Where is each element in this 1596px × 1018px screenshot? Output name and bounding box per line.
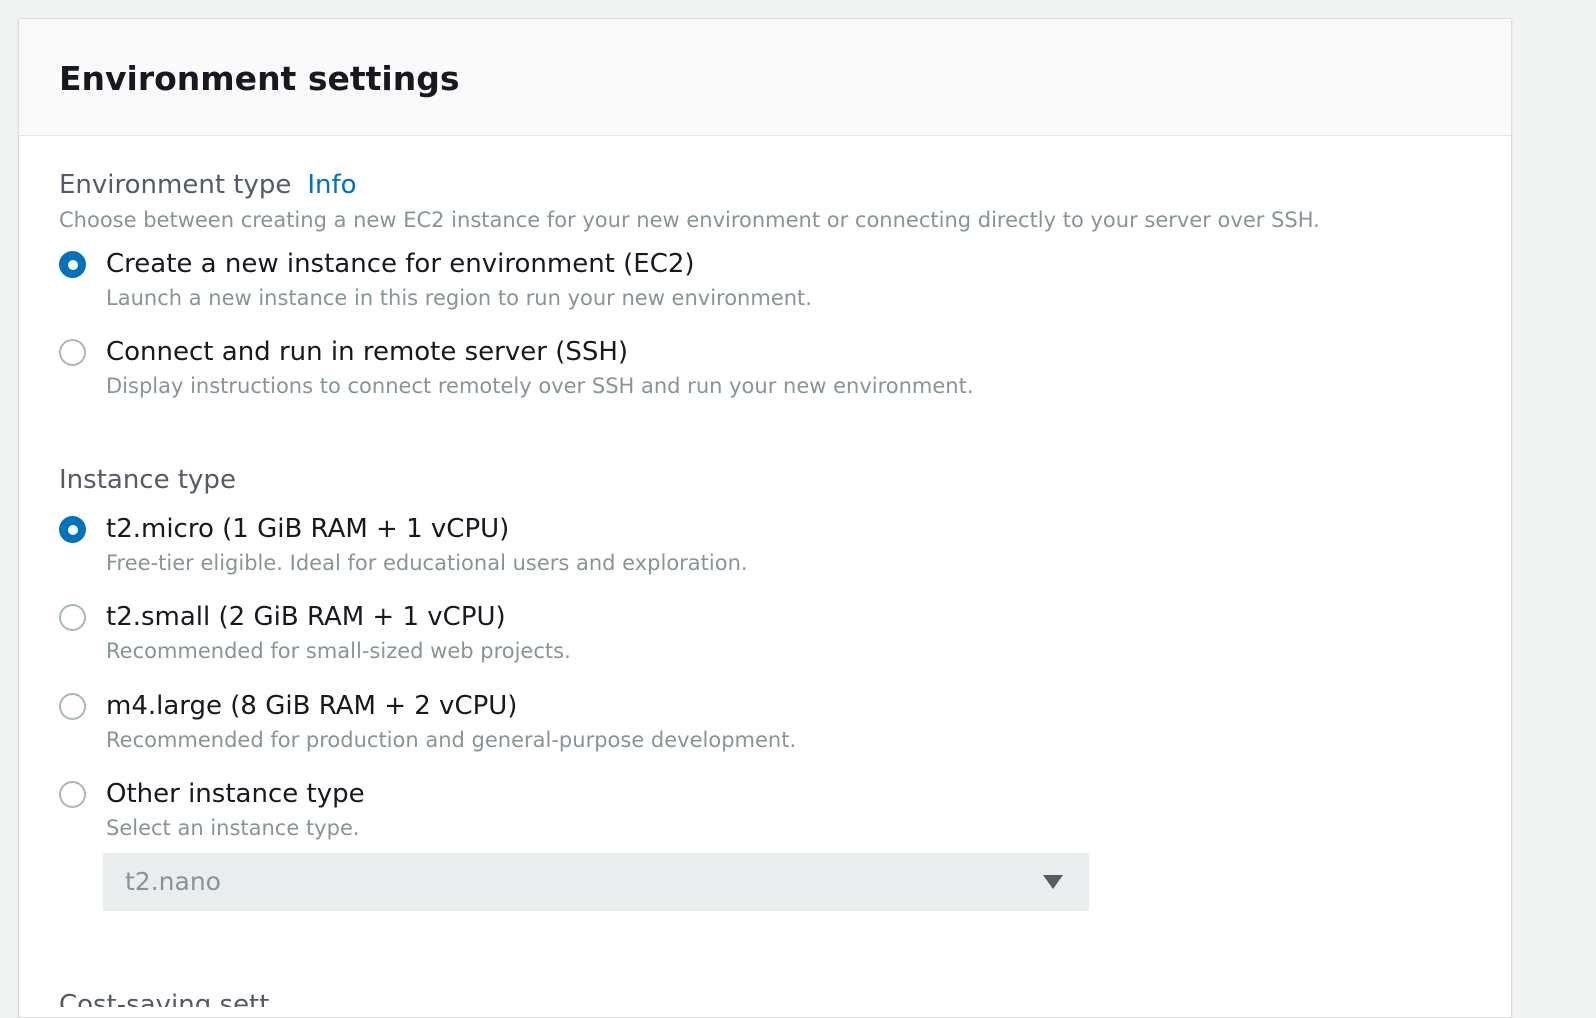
radio-m4-large-description: Recommended for production and general-p… (106, 728, 797, 752)
radio-ec2-description: Launch a new instance in this region to … (106, 286, 812, 310)
radio-ec2-label[interactable]: Create a new instance for environment (E… (106, 248, 695, 280)
environment-type-description: Choose between creating a new EC2 instan… (59, 208, 1320, 232)
radio-ssh-description: Display instructions to connect remotely… (106, 374, 974, 398)
radio-t2-small-unchecked[interactable] (59, 604, 86, 631)
radio-t2-micro-checked[interactable] (59, 516, 86, 543)
radio-t2-small-label[interactable]: t2.small (2 GiB RAM + 1 vCPU) (106, 601, 506, 633)
radio-other-instance-description: Select an instance type. (106, 816, 360, 840)
caret-down-icon (1043, 875, 1063, 889)
panel-title: Environment settings (59, 59, 460, 98)
environment-settings-panel: Environment settings Environment type Inf… (18, 18, 1512, 1018)
environment-type-label: Environment type Info (59, 169, 357, 201)
radio-ec2-checked[interactable] (59, 251, 86, 278)
instance-type-select[interactable]: t2.nano (103, 853, 1089, 911)
next-section-label-clip: Cost-saving setting (59, 977, 269, 1007)
radio-t2-micro-label[interactable]: t2.micro (1 GiB RAM + 1 vCPU) (106, 513, 509, 545)
environment-type-info-link[interactable]: Info (307, 170, 356, 200)
radio-ssh-label[interactable]: Connect and run in remote server (SSH) (106, 336, 628, 368)
radio-m4-large-label[interactable]: m4.large (8 GiB RAM + 2 vCPU) (106, 690, 517, 722)
panel-header: Environment settings (19, 19, 1511, 136)
next-section-label: Cost-saving setting (59, 990, 269, 1007)
environment-type-label-text: Environment type (59, 170, 292, 200)
instance-type-label: Instance type (59, 465, 236, 495)
radio-ssh-unchecked[interactable] (59, 339, 86, 366)
radio-other-instance-label[interactable]: Other instance type (106, 778, 365, 810)
instance-type-select-value: t2.nano (125, 867, 221, 896)
radio-t2-small-description: Recommended for small-sized web projects… (106, 639, 571, 663)
radio-m4-large-unchecked[interactable] (59, 693, 86, 720)
radio-other-instance-unchecked[interactable] (59, 781, 86, 808)
radio-t2-micro-description: Free-tier eligible. Ideal for educationa… (106, 551, 748, 575)
